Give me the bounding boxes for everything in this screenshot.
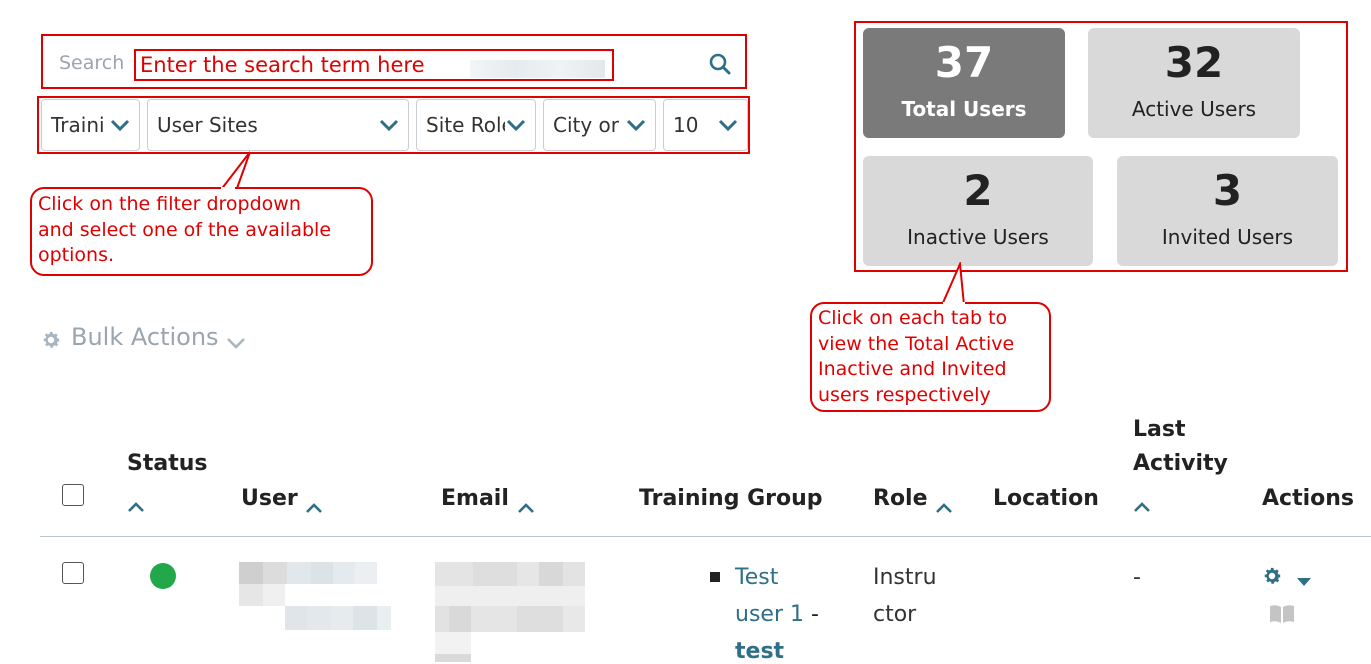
filter-callout: Click on the filter dropdown and select … (30, 187, 373, 276)
role-column-header[interactable]: Role (873, 482, 953, 516)
status-column-header[interactable]: Status (127, 447, 207, 515)
training-group-header-label: Training Group (639, 486, 823, 511)
search-blurred-text (470, 60, 605, 78)
filter-callout-pointer-mask (221, 187, 235, 190)
search-icon[interactable] (708, 52, 732, 76)
total-users-count: 37 (934, 38, 994, 87)
site-role-filter[interactable]: Site Role (416, 99, 536, 151)
training-group-line2: user 1 (735, 602, 804, 627)
chevron-down-icon (625, 114, 647, 136)
gear-icon (40, 329, 62, 357)
chevron-down-icon (109, 114, 131, 136)
tabs-callout-pointer (941, 262, 965, 306)
invited-users-tab[interactable]: 3 Invited Users (1117, 156, 1338, 266)
total-users-label: Total Users (901, 97, 1027, 121)
sort-up-icon[interactable] (127, 491, 145, 512)
training-group-column-header: Training Group (639, 482, 823, 516)
training-group-cell: Test user 1 - test (735, 559, 819, 664)
row-settings-gear-icon[interactable] (1261, 565, 1283, 591)
page-size-filter[interactable]: 10 (663, 99, 748, 151)
last-activity-header-label-1: Last (1133, 417, 1186, 442)
email-column-header[interactable]: Email (441, 482, 535, 516)
last-activity-column-header[interactable]: Last Activity (1133, 413, 1228, 515)
row-select-checkbox[interactable] (62, 562, 84, 584)
sort-up-icon[interactable] (1133, 491, 1151, 512)
last-activity-cell: - (1133, 565, 1141, 590)
last-activity-header-label-2: Activity (1133, 451, 1228, 476)
filter-callout-text: Click on the filter dropdown and select … (38, 193, 332, 266)
filter-label: Site Role (426, 113, 514, 137)
select-all-checkbox[interactable] (62, 484, 84, 506)
caret-down-icon[interactable] (1297, 572, 1311, 591)
sort-up-icon[interactable] (305, 492, 323, 513)
inactive-users-label: Inactive Users (907, 225, 1049, 249)
training-group-bullet (710, 572, 720, 582)
email-header-label: Email (441, 486, 509, 511)
inactive-users-count: 2 (963, 166, 993, 215)
tabs-callout-pointer-mask (943, 302, 965, 305)
inactive-users-tab[interactable]: 2 Inactive Users (863, 156, 1093, 266)
location-column-header: Location (993, 482, 1099, 516)
actions-header-label: Actions (1262, 486, 1354, 511)
role-cell: Instru ctor (873, 559, 937, 633)
bulk-actions-label: Bulk Actions (71, 323, 219, 351)
chevron-down-icon (226, 329, 246, 357)
chevron-down-icon (717, 114, 739, 136)
user-sites-filter[interactable]: User Sites (147, 99, 409, 151)
search-label: Search (59, 52, 125, 74)
header-divider (40, 536, 1371, 537)
training-group-link[interactable]: Test user 1 (735, 565, 804, 627)
filter-label: User Sites (157, 113, 258, 137)
sort-up-icon[interactable] (935, 492, 953, 513)
city-filter[interactable]: City or (543, 99, 656, 151)
role-line2: ctor (873, 602, 917, 627)
status-active-indicator (150, 563, 176, 589)
actions-column-header: Actions (1262, 482, 1354, 516)
filter-callout-pointer (219, 151, 251, 192)
filter-label: City or (553, 113, 620, 137)
tabs-callout: Click on each tab to view the Total Acti… (810, 302, 1051, 412)
total-users-tab[interactable]: 37 Total Users (863, 28, 1065, 138)
chevron-down-icon (378, 114, 400, 136)
filter-label: 10 (673, 113, 699, 137)
status-header-label: Status (127, 451, 208, 476)
training-group-site-link[interactable]: test (735, 639, 784, 664)
training-group-line1: Test (735, 565, 779, 590)
active-users-label: Active Users (1131, 97, 1257, 121)
chevron-down-icon (505, 114, 527, 136)
role-header-label: Role (873, 486, 928, 511)
book-icon[interactable] (1269, 604, 1295, 628)
user-header-label: User (241, 486, 298, 511)
user-column-header[interactable]: User (241, 482, 323, 516)
invited-users-label: Invited Users (1161, 225, 1294, 249)
active-users-tab[interactable]: 32 Active Users (1088, 28, 1300, 138)
training-group-separator: - (803, 602, 819, 627)
role-line1: Instru (873, 565, 937, 590)
training-group-filter[interactable]: Traini (41, 99, 140, 151)
tabs-callout-text: Click on each tab to view the Total Acti… (818, 307, 1015, 406)
filter-label: Traini (51, 113, 105, 137)
invited-users-count: 3 (1212, 166, 1243, 215)
active-users-count: 32 (1164, 38, 1224, 87)
location-header-label: Location (993, 486, 1099, 511)
sort-up-icon[interactable] (517, 492, 535, 513)
